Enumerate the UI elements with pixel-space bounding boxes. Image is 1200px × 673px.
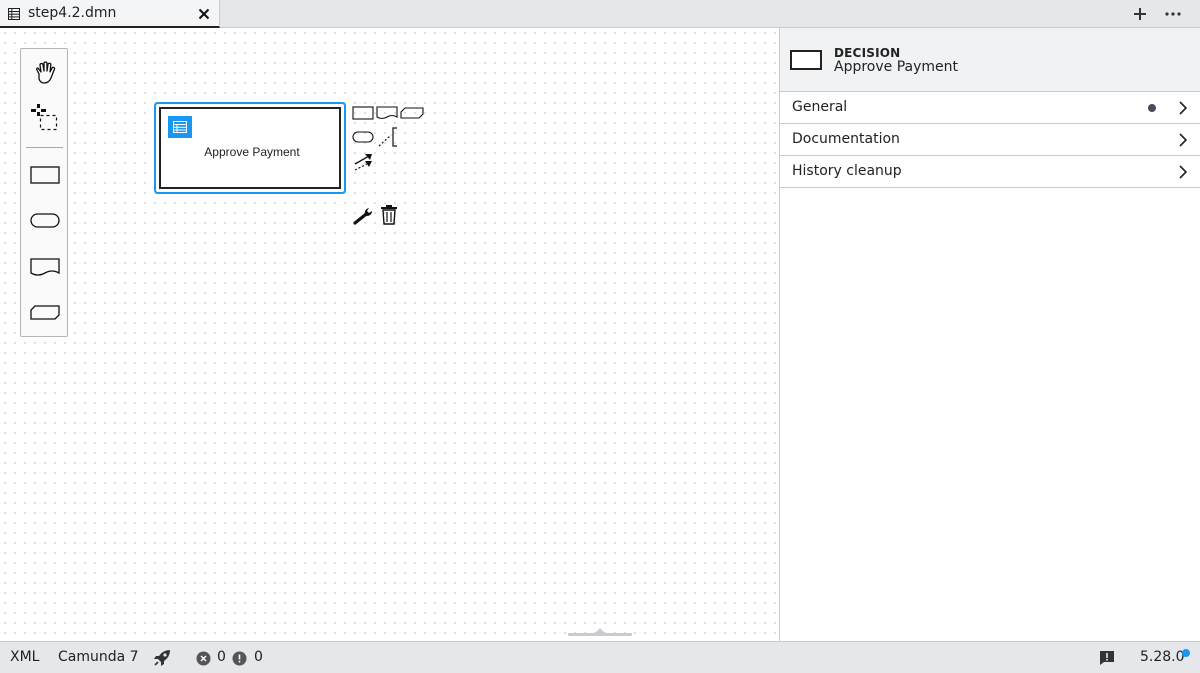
- input-data-shape-icon: [30, 213, 60, 228]
- create-decision-tool[interactable]: [25, 157, 65, 193]
- wrench-icon[interactable]: [353, 204, 375, 226]
- create-business-knowledge-model-tool[interactable]: [25, 295, 65, 331]
- decision-table-icon[interactable]: [168, 116, 192, 138]
- has-data-indicator: [1148, 104, 1156, 112]
- delete-trash-icon[interactable]: [380, 204, 398, 226]
- feedback-icon[interactable]: [1099, 650, 1115, 666]
- append-decision-icon[interactable]: [352, 106, 374, 120]
- tool-palette: [20, 48, 68, 337]
- more-options-icon[interactable]: [1163, 6, 1183, 22]
- bkm-shape-icon: [30, 305, 60, 320]
- engine-version-button[interactable]: Camunda 7: [58, 649, 139, 665]
- chevron-right-icon: [1179, 101, 1188, 115]
- create-input-data-tool[interactable]: [25, 203, 65, 239]
- hand-tool[interactable]: [25, 55, 65, 91]
- update-indicator: [1182, 649, 1190, 657]
- tab-label: step4.2.dmn: [28, 5, 117, 21]
- close-icon[interactable]: [196, 6, 212, 22]
- chevron-right-icon: [1179, 165, 1188, 179]
- error-icon[interactable]: [196, 651, 211, 666]
- properties-header: DECISION Approve Payment: [780, 28, 1200, 92]
- decision-element-icon: [790, 50, 822, 70]
- connect-icon[interactable]: [353, 152, 375, 174]
- decision-box[interactable]: Approve Payment: [159, 107, 341, 189]
- decision-approve-payment[interactable]: Approve Payment: [154, 102, 346, 194]
- warning-icon[interactable]: [232, 651, 247, 666]
- table-file-icon: [8, 8, 20, 20]
- app-version[interactable]: 5.28.0: [1140, 649, 1185, 665]
- append-knowledge-source-icon[interactable]: [376, 106, 398, 120]
- tab-bar: step4.2.dmn: [0, 0, 1200, 28]
- warning-count[interactable]: 0: [254, 649, 263, 665]
- group-label: Documentation: [792, 131, 900, 147]
- deploy-rocket-icon[interactable]: [152, 648, 172, 668]
- xml-button[interactable]: XML: [10, 649, 39, 665]
- bottom-panel-handle[interactable]: [568, 628, 632, 636]
- error-count[interactable]: 0: [217, 649, 226, 665]
- decision-label: Approve Payment: [204, 145, 300, 159]
- create-knowledge-source-tool[interactable]: [25, 249, 65, 285]
- decision-shape-icon: [30, 166, 60, 184]
- element-name: Approve Payment: [834, 59, 959, 75]
- element-type: DECISION: [834, 46, 901, 60]
- group-documentation[interactable]: Documentation: [780, 124, 1200, 156]
- group-label: General: [792, 99, 848, 115]
- tab-step4-2-dmn[interactable]: step4.2.dmn: [0, 0, 220, 28]
- palette-separator: [26, 147, 63, 148]
- group-history-cleanup[interactable]: History cleanup: [780, 156, 1200, 188]
- caret-up-icon: [595, 628, 605, 633]
- knowledge-source-shape-icon: [30, 258, 60, 276]
- context-pad: [352, 104, 432, 225]
- group-label: History cleanup: [792, 163, 902, 179]
- hand-icon: [36, 61, 56, 84]
- append-bkm-icon[interactable]: [400, 106, 424, 120]
- new-tab-plus-icon[interactable]: [1132, 6, 1148, 22]
- properties-panel: DECISION Approve Payment General Documen…: [780, 28, 1200, 641]
- group-general[interactable]: General: [780, 92, 1200, 124]
- status-bar: XML Camunda 7 0 0 5.28.0: [0, 641, 1200, 673]
- append-input-data-icon[interactable]: [352, 130, 374, 144]
- chevron-right-icon: [1179, 133, 1188, 147]
- diagram-canvas[interactable]: Approve Payment: [0, 28, 780, 641]
- lasso-icon: [31, 104, 58, 131]
- lasso-tool[interactable]: [25, 99, 65, 135]
- append-text-annotation-icon[interactable]: [378, 126, 400, 148]
